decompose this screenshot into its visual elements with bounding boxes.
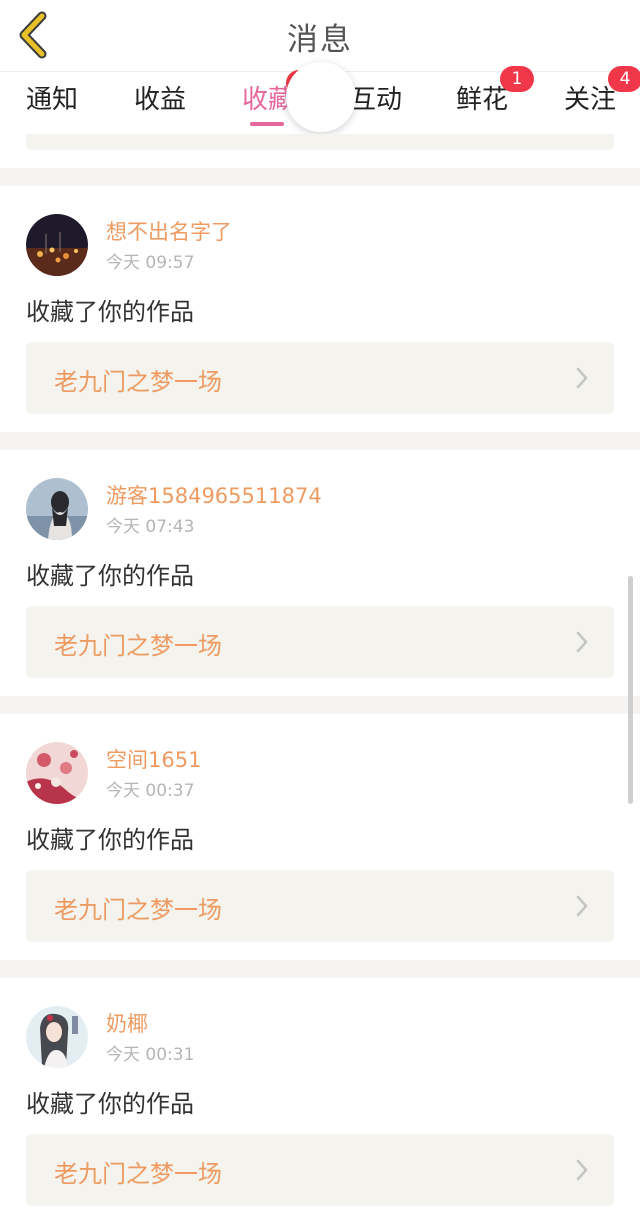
tab-label: 通知 (26, 85, 79, 115)
username[interactable]: 想不出名字了 (106, 216, 232, 246)
avatar[interactable] (26, 478, 88, 540)
list-item: 空间1651 今天 00:37 收藏了你的作品 老九门之梦一场 (0, 714, 640, 960)
username[interactable]: 空间1651 (106, 744, 201, 774)
chevron-right-icon (574, 366, 590, 390)
page-title: 消息 (287, 22, 353, 58)
work-link[interactable] (26, 134, 614, 150)
timestamp: 今天 00:37 (106, 781, 195, 801)
chevron-right-icon (574, 1158, 590, 1182)
action-text: 收藏了你的作品 (26, 1090, 194, 1118)
work-link[interactable]: 老九门之梦一场 (26, 606, 614, 678)
timestamp: 今天 07:43 (106, 517, 195, 537)
unread-badge: 1 (500, 66, 534, 92)
work-title: 老九门之梦一场 (54, 368, 222, 396)
list-item: 想不出名字了 今天 09:57 收藏了你的作品 老九门之梦一场 (0, 186, 640, 432)
scrollbar[interactable] (628, 576, 633, 804)
timestamp: 今天 00:31 (106, 1045, 195, 1065)
action-text: 收藏了你的作品 (26, 298, 194, 326)
work-title: 老九门之梦一场 (54, 896, 222, 924)
username[interactable]: 奶椰 (106, 1008, 148, 1038)
tab-follows[interactable]: 关注 4 (564, 66, 640, 128)
list-item: 奶椰 今天 00:31 收藏了你的作品 老九门之梦一场 (0, 978, 640, 1214)
username[interactable]: 游客1584965511874 (106, 480, 322, 510)
action-text: 收藏了你的作品 (26, 562, 194, 590)
tab-label: 互动 (350, 85, 403, 115)
avatar[interactable] (26, 742, 88, 804)
tab-notice[interactable]: 通知 (26, 80, 78, 128)
work-title: 老九门之梦一场 (54, 1160, 222, 1188)
notification-list[interactable]: 想不出名字了 今天 09:57 收藏了你的作品 老九门之梦一场 游客158496… (0, 134, 640, 1214)
action-text: 收藏了你的作品 (26, 826, 194, 854)
work-title: 老九门之梦一场 (54, 632, 222, 660)
avatar[interactable] (26, 214, 88, 276)
chevron-right-icon (574, 630, 590, 654)
floating-button[interactable] (286, 62, 356, 132)
tab-label: 关注 (564, 85, 617, 115)
list-item: 游客1584965511874 今天 07:43 收藏了你的作品 老九门之梦一场 (0, 450, 640, 696)
tab-flowers[interactable]: 鲜花 1 (456, 66, 534, 128)
chevron-right-icon (574, 894, 590, 918)
work-link[interactable]: 老九门之梦一场 (26, 342, 614, 414)
work-link[interactable]: 老九门之梦一场 (26, 870, 614, 942)
active-tab-indicator (250, 122, 284, 126)
tab-interaction[interactable]: 互动 (350, 80, 402, 128)
tab-label: 鲜花 (456, 85, 509, 115)
timestamp: 今天 09:57 (106, 253, 195, 273)
avatar[interactable] (26, 1006, 88, 1068)
unread-badge: 4 (608, 66, 640, 92)
list-item (0, 134, 640, 168)
tab-label: 收益 (134, 85, 187, 115)
tab-earnings[interactable]: 收益 (134, 80, 186, 128)
work-link[interactable]: 老九门之梦一场 (26, 1134, 614, 1206)
